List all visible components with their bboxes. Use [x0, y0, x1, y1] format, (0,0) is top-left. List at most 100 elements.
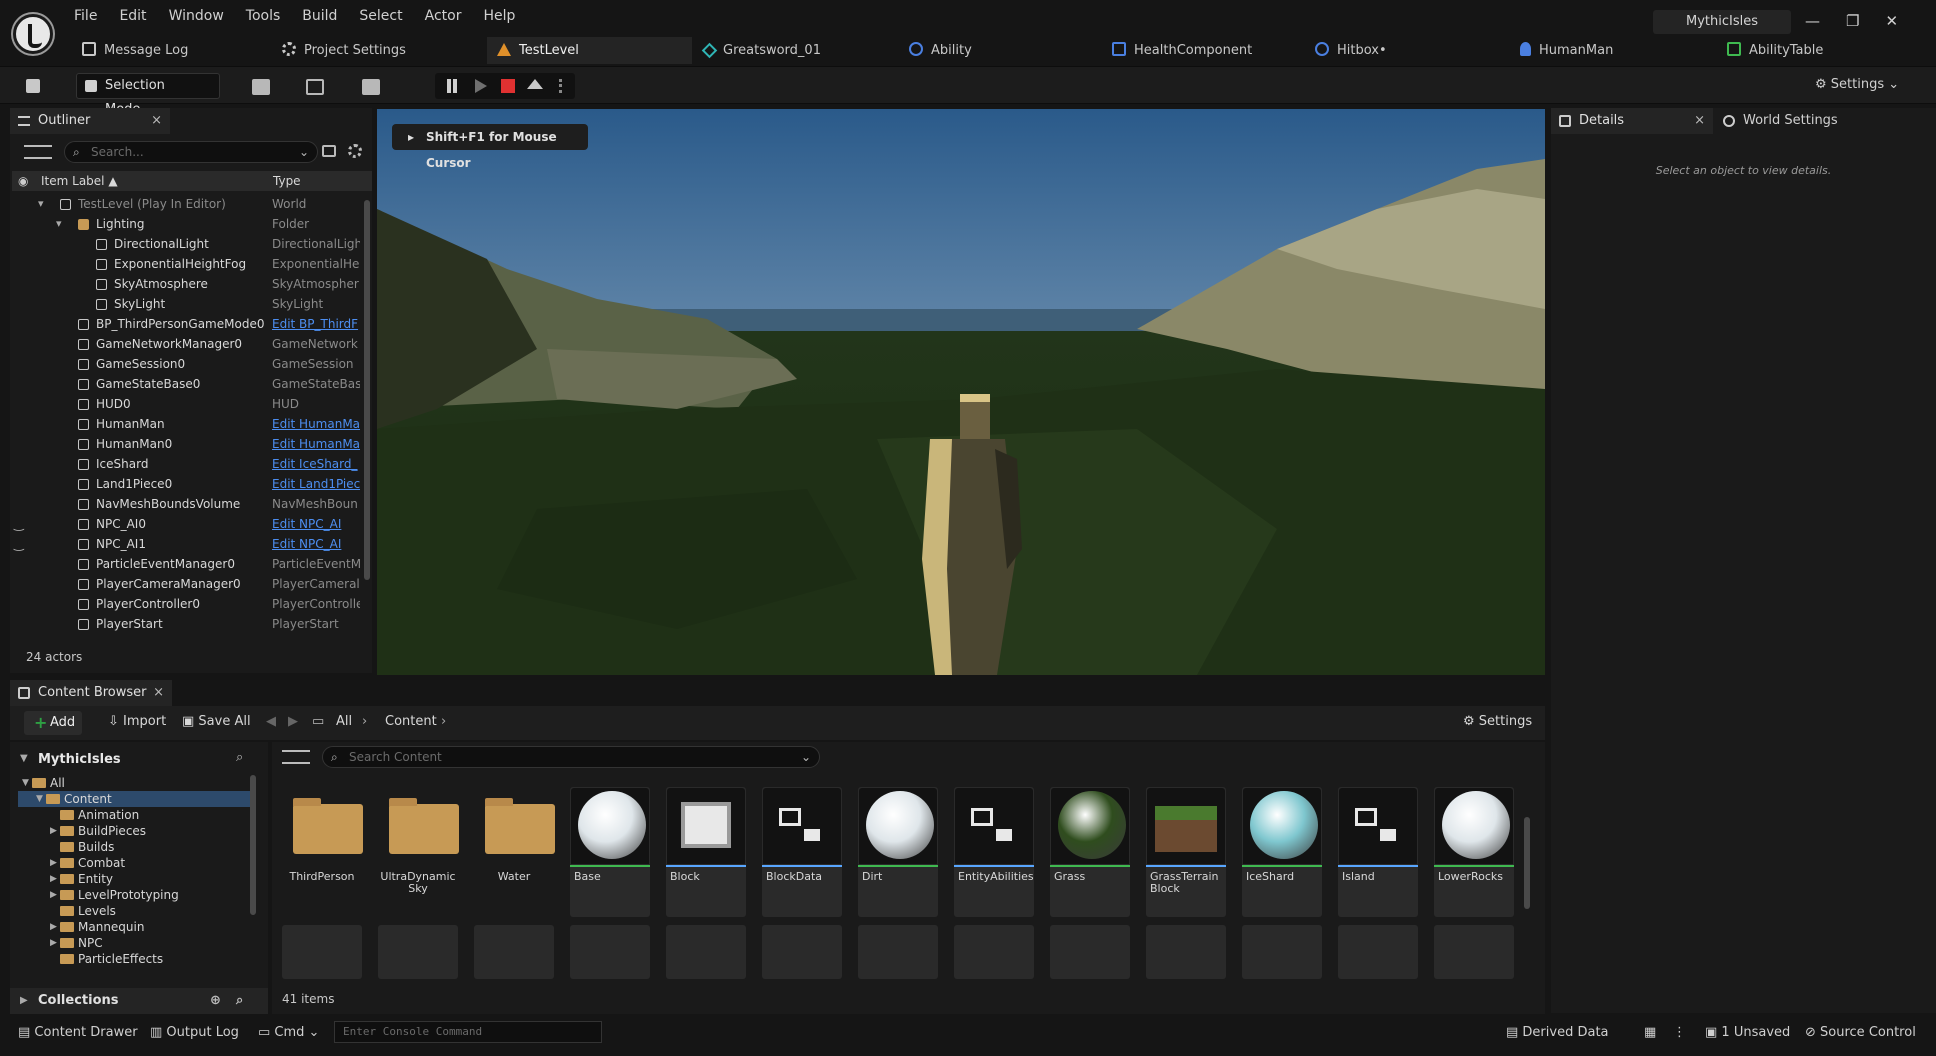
outliner-row[interactable]: ExponentialHeightFog ExponentialHei [10, 254, 362, 274]
asset-tile[interactable] [762, 925, 842, 979]
tree-folder-npc[interactable]: ▶ NPC [18, 935, 256, 951]
search-icon[interactable]: ⌕ [236, 988, 243, 1014]
menu-actor[interactable]: Actor [425, 8, 462, 24]
breadcrumb-all[interactable]: All [336, 714, 352, 729]
close-icon[interactable]: ✕ [1885, 12, 1898, 30]
asset-tile[interactable] [282, 925, 362, 979]
hidden-eye-icon[interactable]: ‿ [14, 514, 24, 534]
outliner-row[interactable]: ▾ TestLevel (Play In Editor) World [10, 194, 362, 214]
asset-tile[interactable] [1146, 925, 1226, 979]
filter-icon[interactable] [24, 145, 52, 159]
tab-testlevel[interactable]: TestLevel [487, 37, 692, 64]
unsaved-button[interactable]: ▣ 1 Unsaved [1705, 1025, 1790, 1040]
outliner-row[interactable]: HumanMan0 Edit HumanMa [10, 434, 362, 454]
outliner-scrollbar[interactable] [364, 200, 370, 580]
add-button[interactable]: Add [24, 711, 82, 735]
outliner-row[interactable]: GameNetworkManager0 GameNetwork [10, 334, 362, 354]
tree-folder-content[interactable]: ▼ Content [18, 791, 256, 807]
breadcrumb-content[interactable]: Content [385, 714, 437, 729]
expand-arrow-icon[interactable]: ▶ [50, 919, 57, 935]
close-icon[interactable]: × [151, 108, 162, 134]
minimize-icon[interactable]: — [1805, 12, 1820, 30]
menu-window[interactable]: Window [169, 8, 224, 24]
asset-tile[interactable]: UltraDynamic Sky [378, 787, 459, 917]
asset-tile[interactable]: Block [666, 787, 746, 917]
outliner-row[interactable]: HUD0 HUD [10, 394, 362, 414]
content-browser-tab[interactable]: Content Browser × [10, 680, 172, 706]
settings-button[interactable]: ⚙ Settings ⌄ [1815, 77, 1899, 92]
asset-tile[interactable]: GrassTerrain Block [1146, 787, 1226, 917]
hidden-eye-icon[interactable]: ‿ [14, 534, 24, 554]
expand-arrow-icon[interactable]: ▾ [56, 214, 62, 234]
edit-blueprint-link[interactable]: Edit HumanMa [272, 414, 360, 434]
outliner-row[interactable]: GameStateBase0 GameStateBas [10, 374, 362, 394]
more-options-icon[interactable]: ⋮ [1673, 1025, 1686, 1040]
expand-arrow-icon[interactable]: ▶ [50, 887, 57, 903]
expand-arrow-icon[interactable]: ▾ [38, 194, 44, 214]
expand-arrow-icon[interactable]: ▶ [50, 935, 57, 951]
outliner-search-input[interactable]: ⌕ Search... ⌄ [64, 141, 318, 163]
more-options-icon[interactable] [559, 79, 562, 93]
maximize-icon[interactable]: ❐ [1846, 12, 1859, 30]
outliner-row[interactable]: SkyLight SkyLight [10, 294, 362, 314]
source-control-button[interactable]: ⊘ Source Control [1805, 1025, 1916, 1040]
tree-folder-particleeffects[interactable]: ParticleEffects [18, 951, 256, 967]
menu-help[interactable]: Help [483, 8, 515, 24]
tree-folder-levelprototyping[interactable]: ▶ LevelPrototyping [18, 887, 256, 903]
collapse-arrow-icon[interactable]: ▼ [36, 791, 43, 807]
console-command-input[interactable]: Enter Console Command [334, 1021, 602, 1043]
outliner-row[interactable]: IceShard Edit IceShard_ [10, 454, 362, 474]
expand-arrow-icon[interactable]: ▶ [50, 871, 57, 887]
tree-folder-levels[interactable]: Levels [18, 903, 256, 919]
search-icon[interactable]: ⌕ [236, 750, 243, 765]
outliner-row[interactable]: DirectionalLight DirectionalLigh [10, 234, 362, 254]
menu-tools[interactable]: Tools [246, 8, 281, 24]
content-drawer-button[interactable]: ▤ Content Drawer [18, 1025, 138, 1040]
expand-arrow-icon[interactable]: ▶ [50, 823, 57, 839]
eye-icon[interactable]: ◉ [18, 171, 28, 191]
outliner-row[interactable]: ‿ NPC_AI1 Edit NPC_AI [10, 534, 362, 554]
outliner-row[interactable]: BP_ThirdPersonGameMode0 Edit BP_ThirdF [10, 314, 362, 334]
add-folder-icon[interactable] [322, 145, 336, 157]
output-log-button[interactable]: ▥ Output Log [150, 1025, 239, 1040]
tree-folder-buildpieces[interactable]: ▶ BuildPieces [18, 823, 256, 839]
close-icon[interactable]: × [153, 680, 164, 706]
tab-healthcomponent[interactable]: HealthComponent [1102, 37, 1302, 64]
asset-tile[interactable]: Base [570, 787, 650, 917]
step-icon[interactable] [475, 79, 487, 93]
outliner-row[interactable]: PlayerController0 PlayerControlle [10, 594, 362, 614]
asset-tile[interactable]: Island [1338, 787, 1418, 917]
menu-file[interactable]: File [74, 8, 97, 24]
cb-settings-button[interactable]: ⚙ Settings [1463, 714, 1532, 729]
history-back-icon[interactable]: ◀ [266, 714, 276, 729]
column-item-label[interactable]: Item Label ▲ [41, 171, 118, 191]
collapse-arrow-icon[interactable]: ▼ [20, 753, 28, 764]
edit-blueprint-link[interactable]: Edit HumanMa [272, 434, 360, 454]
chevron-right-icon[interactable]: › [441, 714, 446, 729]
expand-arrow-icon[interactable]: ▶ [50, 855, 57, 871]
edit-blueprint-link[interactable]: Edit IceShard_ [272, 454, 360, 474]
import-button[interactable]: ⇩ Import [108, 714, 166, 729]
tree-folder-all[interactable]: ▼ All [18, 775, 256, 791]
edit-blueprint-link[interactable]: Edit BP_ThirdF [272, 314, 360, 334]
cinematics-icon[interactable] [362, 79, 380, 95]
asset-tile[interactable]: BlockData [762, 787, 842, 917]
asset-tile[interactable]: Grass [1050, 787, 1130, 917]
outliner-row[interactable]: GameSession0 GameSession [10, 354, 362, 374]
collections-section[interactable]: ▶ Collections ⊕ ⌕ [10, 988, 268, 1014]
outliner-row[interactable]: ParticleEventManager0 ParticleEventM [10, 554, 362, 574]
cmd-dropdown[interactable]: ▭ Cmd ⌄ [258, 1025, 319, 1040]
tab-message-log[interactable]: Message Log [72, 37, 252, 64]
world-settings-tab[interactable]: World Settings [1719, 108, 1838, 134]
tree-folder-combat[interactable]: ▶ Combat [18, 855, 256, 871]
menu-select[interactable]: Select [359, 8, 402, 24]
edit-blueprint-link[interactable]: Edit Land1Piec [272, 474, 360, 494]
asset-tile[interactable]: IceShard [1242, 787, 1322, 917]
tree-folder-builds[interactable]: Builds [18, 839, 256, 855]
edit-blueprint-link[interactable]: Edit NPC_AI [272, 514, 360, 534]
network-icon[interactable]: ▦ [1644, 1025, 1656, 1040]
asset-tile[interactable] [1434, 925, 1514, 979]
level-viewport[interactable]: Shift+F1 for Mouse Cursor [377, 109, 1545, 675]
details-tab[interactable]: Details × [1551, 108, 1713, 134]
pause-icon[interactable] [447, 79, 451, 93]
